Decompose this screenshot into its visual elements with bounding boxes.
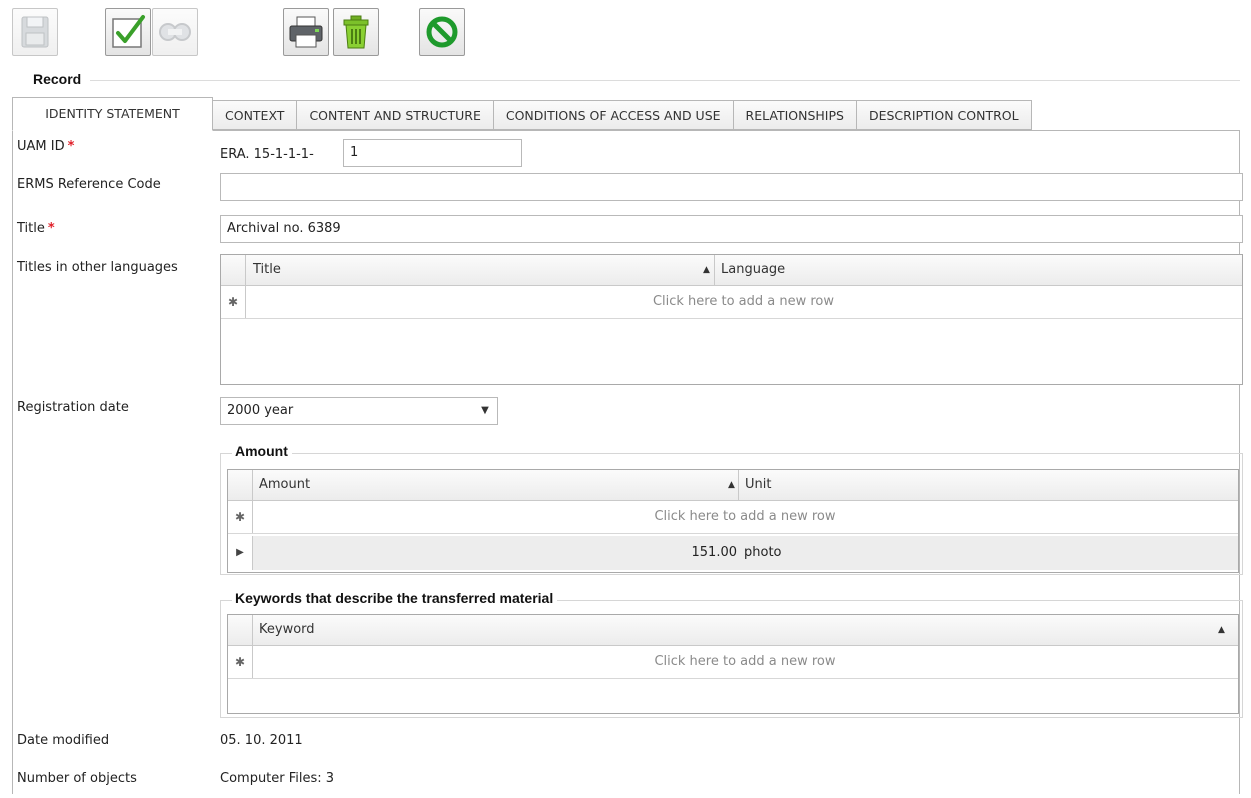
new-row-asterisk-icon: ✱ (234, 655, 246, 669)
grid-header: Amount ▲ Unit (228, 470, 1238, 501)
registration-date-label: Registration date (17, 400, 129, 415)
table-row[interactable]: ▶ 151.00 photo (228, 536, 1238, 570)
header-indicator (221, 255, 246, 285)
uam-id-prefix: ERA. 15-1-1-1- (220, 147, 314, 162)
number-of-objects-value: Computer Files: 3 (220, 771, 335, 786)
tab-strip: IDENTITY STATEMENT CONTEXT CONTENT AND S… (12, 97, 1032, 131)
amount-legend: Amount (232, 443, 292, 459)
sort-asc-icon: ▲ (728, 480, 735, 490)
uam-id-input[interactable]: 1 (343, 139, 522, 167)
new-row-asterisk-icon: ✱ (227, 295, 239, 309)
new-row[interactable]: ✱ Click here to add a new row (228, 646, 1238, 679)
print-button[interactable] (283, 8, 329, 56)
tab-description-control[interactable]: DESCRIPTION CONTROL (856, 100, 1032, 130)
column-header-amount[interactable]: Amount (259, 470, 310, 500)
keywords-legend: Keywords that describe the transferred m… (232, 590, 558, 606)
tab-content-and-structure[interactable]: CONTENT AND STRUCTURE (297, 100, 494, 130)
column-header-language[interactable]: Language (714, 255, 785, 285)
title-label: Title * (17, 221, 55, 236)
titles-other-grid: Title ▲ Language ✱ Click here to add a n… (220, 254, 1243, 385)
link-button[interactable] (152, 8, 198, 56)
new-row[interactable]: ✱ Click here to add a new row (221, 286, 1242, 319)
confirm-button[interactable] (105, 8, 151, 56)
header-indicator (228, 615, 253, 645)
column-header-unit[interactable]: Unit (738, 470, 771, 500)
registration-date-select[interactable]: 2000 year ▼ (220, 397, 498, 425)
erms-ref-input[interactable] (220, 173, 1243, 201)
amount-cell[interactable]: 151.00 (252, 545, 738, 560)
chevron-down-icon[interactable]: ▼ (473, 398, 497, 424)
link-icon (159, 23, 191, 41)
date-modified-value: 05. 10. 2011 (220, 733, 303, 748)
tab-context[interactable]: CONTEXT (213, 100, 298, 130)
save-icon (21, 16, 49, 48)
add-row-prompt[interactable]: Click here to add a new row (245, 286, 1242, 318)
trash-icon (343, 15, 369, 49)
grid-header: Title ▲ Language (221, 255, 1242, 286)
grid-header: Keyword ▲ (228, 615, 1238, 646)
tab-conditions-of-access-and-use[interactable]: CONDITIONS OF ACCESS AND USE (493, 100, 734, 130)
tab-identity-statement[interactable]: IDENTITY STATEMENT (12, 97, 213, 131)
add-row-prompt[interactable]: Click here to add a new row (252, 501, 1238, 533)
print-icon (289, 16, 323, 48)
number-of-objects-label: Number of objects (17, 771, 137, 786)
add-row-prompt[interactable]: Click here to add a new row (252, 646, 1238, 678)
current-row-arrow-icon: ▶ (236, 547, 244, 558)
erms-ref-label: ERMS Reference Code (17, 177, 161, 192)
unit-cell[interactable]: photo (744, 545, 782, 560)
cancel-icon (426, 16, 458, 48)
amount-grid: Amount ▲ Unit ✱ Click here to add a new … (227, 469, 1239, 573)
sort-asc-icon: ▲ (703, 265, 710, 275)
titles-other-label: Titles in other languages (17, 260, 178, 275)
cancel-button[interactable] (419, 8, 465, 56)
checkmark-icon (112, 15, 145, 48)
keywords-grid: Keyword ▲ ✱ Click here to add a new row (227, 614, 1239, 714)
new-row-asterisk-icon: ✱ (234, 510, 246, 524)
column-header-title[interactable]: Title (253, 255, 281, 285)
header-indicator (228, 470, 253, 500)
save-button[interactable] (12, 8, 58, 56)
record-group-title: Record (33, 71, 82, 87)
delete-button[interactable] (333, 8, 379, 56)
date-modified-label: Date modified (17, 733, 110, 748)
sort-asc-icon: ▲ (1218, 625, 1225, 635)
new-row[interactable]: ✱ Click here to add a new row (228, 501, 1238, 534)
title-input[interactable]: Archival no. 6389 (220, 215, 1243, 243)
uam-id-label: UAM ID * (17, 139, 75, 154)
registration-date-value: 2000 year (227, 403, 294, 418)
group-divider (90, 80, 1240, 81)
tab-relationships[interactable]: RELATIONSHIPS (733, 100, 857, 130)
column-header-keyword[interactable]: Keyword (259, 615, 315, 645)
